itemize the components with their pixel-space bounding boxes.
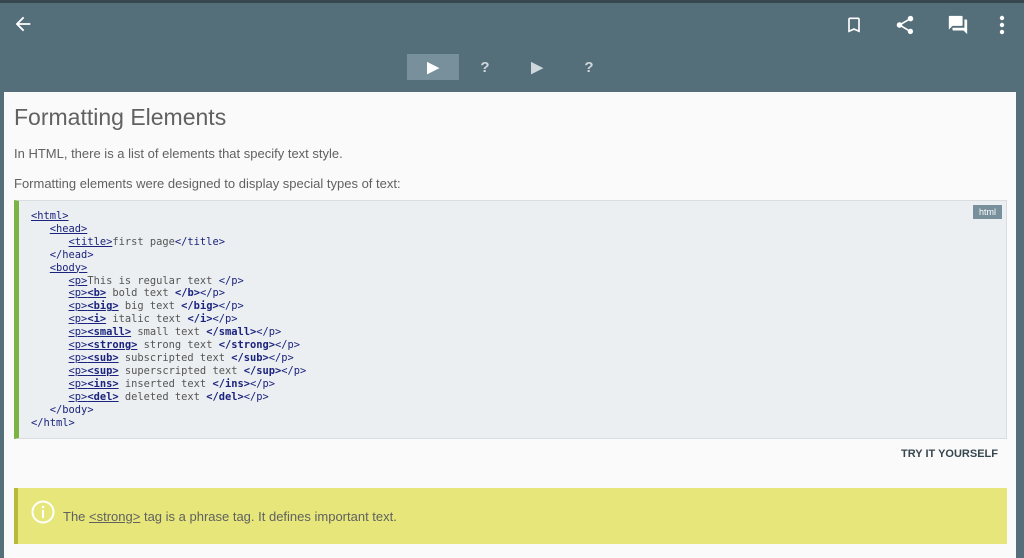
question-icon: ? (584, 58, 594, 76)
code-line: <p><del> deleted text </del></p> (68, 390, 269, 403)
info-note-text: The <strong> tag is a phrase tag. It def… (63, 509, 397, 524)
lesson-paragraph: Formatting elements were designed to dis… (14, 176, 401, 191)
code-line: <title>first page</title> (68, 235, 225, 248)
code-line: <p><sup> superscripted text </sup></p> (68, 364, 307, 377)
code-line: <p><b> bold text </b></p> (68, 287, 225, 300)
info-note: The <strong> tag is a phrase tag. It def… (14, 488, 1007, 544)
play-icon: ▶ (531, 59, 543, 76)
tab-quiz-1[interactable]: ? (459, 54, 511, 80)
lesson-tabs: ▶ ? ▶ ? (0, 54, 1024, 80)
code-line: <p>This is regular text </p> (68, 274, 244, 287)
tab-quiz-2[interactable]: ? (563, 54, 615, 80)
code-line: <p><small> small text </small></p> (68, 326, 282, 339)
comments-icon (945, 14, 971, 41)
arrow-left-icon (12, 13, 34, 40)
note-inline-code: <strong> (89, 509, 141, 524)
code-line: <p><strong> strong text </strong></p> (68, 339, 301, 352)
code-line: <html> (31, 210, 69, 222)
comments-button[interactable] (942, 13, 974, 41)
lesson-card: Formatting Elements In HTML, there is a … (4, 92, 1016, 558)
tab-lesson-2[interactable]: ▶ (511, 54, 563, 80)
code-line: <p><sub> subscripted text </sub></p> (68, 351, 294, 364)
app-toolbar (0, 0, 1024, 54)
code-line: <head> (49, 222, 88, 235)
lesson-paragraph: In HTML, there is a list of elements tha… (14, 146, 343, 161)
question-icon: ? (480, 58, 490, 76)
more-vert-icon (999, 15, 1005, 40)
code-line: </body> (49, 403, 94, 416)
bookmark-button[interactable] (840, 13, 868, 41)
bookmark-icon (844, 14, 864, 41)
code-line: </html> (31, 416, 75, 429)
tab-lesson-1[interactable]: ▶ (407, 54, 459, 80)
share-button[interactable] (890, 13, 920, 41)
code-language-badge: html (972, 205, 1002, 219)
code-content: <html> <head> <title>first page</title> … (31, 210, 306, 429)
play-icon: ▶ (427, 59, 439, 76)
note-text-after: tag is a phrase tag. It defines importan… (140, 509, 397, 524)
try-it-yourself-button[interactable]: TRY IT YOURSELF (901, 448, 998, 460)
code-line: <p><ins> inserted text </ins></p> (68, 377, 276, 390)
more-options-button[interactable] (992, 13, 1012, 41)
lesson-title: Formatting Elements (14, 104, 227, 130)
note-text-before: The (63, 509, 90, 524)
back-button[interactable] (8, 11, 38, 41)
info-icon (31, 500, 55, 529)
code-line: <p><big> big text </big></p> (68, 300, 244, 313)
code-line: </head> (49, 248, 94, 261)
code-line: <body> (49, 261, 88, 274)
code-block: html <html> <head> <title>first page</ti… (14, 200, 1007, 439)
code-line: <p><i> italic text </i></p> (68, 313, 238, 326)
share-icon (894, 14, 916, 41)
